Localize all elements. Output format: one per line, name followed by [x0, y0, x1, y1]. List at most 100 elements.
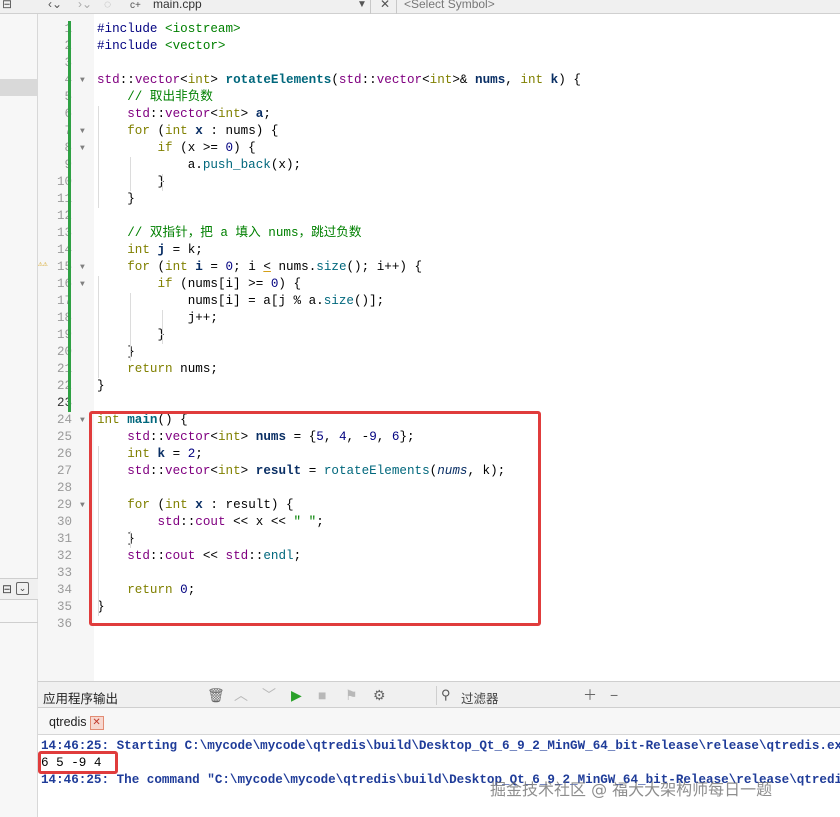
- code-text[interactable]: // 取出非负数: [97, 89, 213, 106]
- back-icon[interactable]: ‹⌄: [48, 0, 62, 12]
- line-number: 31: [56, 532, 72, 546]
- line-number: 36: [56, 617, 72, 631]
- line-number: 29: [56, 498, 72, 512]
- code-line[interactable]: 5 // 取出非负数: [38, 89, 840, 106]
- code-text[interactable]: if (x >= 0) {: [97, 140, 255, 157]
- code-line[interactable]: 6 std::vector<int> a;: [38, 106, 840, 123]
- change-marker: [68, 276, 71, 293]
- code-text[interactable]: if (nums[i] >= 0) {: [97, 276, 301, 293]
- code-line[interactable]: 22}: [38, 378, 840, 395]
- code-text[interactable]: j++;: [97, 310, 218, 327]
- code-line[interactable]: 17 nums[i] = a[j % a.size()];: [38, 293, 840, 310]
- code-line[interactable]: 23: [38, 395, 840, 412]
- fold-marker-icon[interactable]: ▼: [80, 276, 85, 293]
- code-text[interactable]: #include <iostream>: [97, 21, 241, 38]
- file-name-selector[interactable]: main.cpp: [153, 0, 202, 12]
- code-line[interactable]: 21 return nums;: [38, 361, 840, 378]
- line-number: 14: [56, 243, 72, 257]
- code-line[interactable]: 19 }: [38, 327, 840, 344]
- change-marker: [68, 89, 71, 106]
- close-tab-icon[interactable]: ✕: [89, 715, 104, 730]
- change-marker: [68, 378, 71, 395]
- code-line[interactable]: 10 }: [38, 174, 840, 191]
- watermark: 掘金技术社区 @ 福大大架构师每日一题: [490, 780, 773, 799]
- attach-debugger-icon[interactable]: ⚑: [345, 687, 358, 703]
- fold-marker-icon[interactable]: ▼: [80, 259, 85, 276]
- code-line[interactable]: 12: [38, 208, 840, 225]
- code-line[interactable]: 15 ⚠⚠ ▼ for (int i = 0; i < nums.size(); i…: [38, 259, 840, 276]
- trash-icon[interactable]: 🗑: [207, 687, 225, 703]
- chevron-up-icon[interactable]: ︿: [234, 687, 248, 703]
- fold-marker-icon[interactable]: ▼: [80, 123, 85, 140]
- minus-icon[interactable]: −: [610, 687, 618, 703]
- change-marker: [68, 293, 71, 310]
- code-line[interactable]: 3: [38, 55, 840, 72]
- warning-icon[interactable]: ⚠⚠: [38, 259, 48, 271]
- split-view-icon[interactable]: ⊟: [2, 0, 12, 12]
- code-line[interactable]: 8 ▼ if (x >= 0) {: [38, 140, 840, 157]
- fold-marker-icon[interactable]: ▼: [80, 497, 85, 514]
- change-marker: [68, 106, 71, 123]
- indent-guide: [98, 276, 99, 378]
- code-text[interactable]: #include <vector>: [97, 38, 226, 55]
- run-icon[interactable]: ▶: [291, 687, 302, 703]
- sidebar-toolbar: ⊟ ⌄: [0, 578, 38, 600]
- line-number: 23: [56, 396, 72, 410]
- code-line[interactable]: 7 ▼ for (int x : nums) {: [38, 123, 840, 140]
- code-line[interactable]: 13 // 双指针，把 a 填入 nums，跳过负数: [38, 225, 840, 242]
- code-text[interactable]: for (int x : nums) {: [97, 123, 278, 140]
- split-icon[interactable]: ⊟: [2, 582, 12, 596]
- change-marker: [68, 208, 71, 225]
- line-number: 19: [56, 328, 72, 342]
- change-marker: [68, 310, 71, 327]
- code-text[interactable]: std::vector<int> rotateElements(std::vec…: [97, 72, 581, 89]
- dropdown-icon[interactable]: ⌄: [16, 582, 29, 595]
- code-text[interactable]: for (int i = 0; i < nums.size(); i++) {: [97, 259, 422, 276]
- code-text[interactable]: // 双指针，把 a 填入 nums，跳过负数: [97, 225, 361, 242]
- fold-marker-icon[interactable]: ▼: [80, 412, 85, 429]
- code-text[interactable]: return nums;: [97, 361, 218, 378]
- code-line[interactable]: 14 int j = k;: [38, 242, 840, 259]
- line-number: 17: [56, 294, 72, 308]
- fold-marker-icon[interactable]: ▼: [80, 140, 85, 157]
- plus-icon[interactable]: ＋: [583, 687, 597, 703]
- tab-qtredis[interactable]: qtredis ✕: [43, 713, 104, 733]
- line-number: 21: [56, 362, 72, 376]
- code-line[interactable]: 20 }: [38, 344, 840, 361]
- line-number: 13: [56, 226, 72, 240]
- code-line[interactable]: 11 }: [38, 191, 840, 208]
- tab-label: qtredis: [49, 715, 87, 729]
- chevron-down-icon[interactable]: ﹀: [262, 687, 276, 703]
- symbol-selector[interactable]: <Select Symbol>: [404, 0, 495, 12]
- code-text[interactable]: int j = k;: [97, 242, 203, 259]
- code-line[interactable]: 4 ▼ std::vector<int> rotateElements(std::v…: [38, 72, 840, 89]
- code-text[interactable]: a.push_back(x);: [97, 157, 301, 174]
- change-marker: [68, 157, 71, 174]
- file-dropdown-icon[interactable]: ▼: [357, 0, 367, 13]
- line-number: 32: [56, 549, 72, 563]
- code-line[interactable]: 1 #include <iostream>: [38, 21, 840, 38]
- sidebar-selected-row[interactable]: [0, 79, 38, 96]
- close-icon[interactable]: ✕: [380, 0, 390, 12]
- code-text[interactable]: }: [97, 174, 165, 191]
- code-text[interactable]: }: [97, 191, 135, 208]
- editor-toolbar: ⊟ ‹⌄ ›⌄ ◌ c+ main.cpp ▼ ✕ <Select Symbol…: [0, 0, 840, 14]
- code-text[interactable]: }: [97, 378, 105, 395]
- forward-icon[interactable]: ›⌄: [78, 0, 92, 12]
- sidebar-divider: [0, 622, 38, 623]
- output-pane-title: 应用程序输出: [43, 692, 119, 706]
- toolbar-divider: [396, 0, 397, 14]
- code-text[interactable]: }: [97, 327, 165, 344]
- code-line[interactable]: 9 a.push_back(x);: [38, 157, 840, 174]
- code-text[interactable]: nums[i] = a[j % a.size()];: [97, 293, 385, 310]
- code-text[interactable]: std::vector<int> a;: [97, 106, 271, 123]
- code-line[interactable]: 2 #include <vector>: [38, 38, 840, 55]
- stop-icon[interactable]: ■: [318, 687, 326, 703]
- search-icon: ⚲: [441, 687, 451, 702]
- code-line[interactable]: 16 ▼ if (nums[i] >= 0) {: [38, 276, 840, 293]
- fold-marker-icon[interactable]: ▼: [80, 72, 85, 89]
- change-marker: [68, 242, 71, 259]
- indent-guide: [130, 293, 131, 361]
- gear-icon[interactable]: ⚙: [373, 687, 386, 703]
- code-line[interactable]: 18 j++;: [38, 310, 840, 327]
